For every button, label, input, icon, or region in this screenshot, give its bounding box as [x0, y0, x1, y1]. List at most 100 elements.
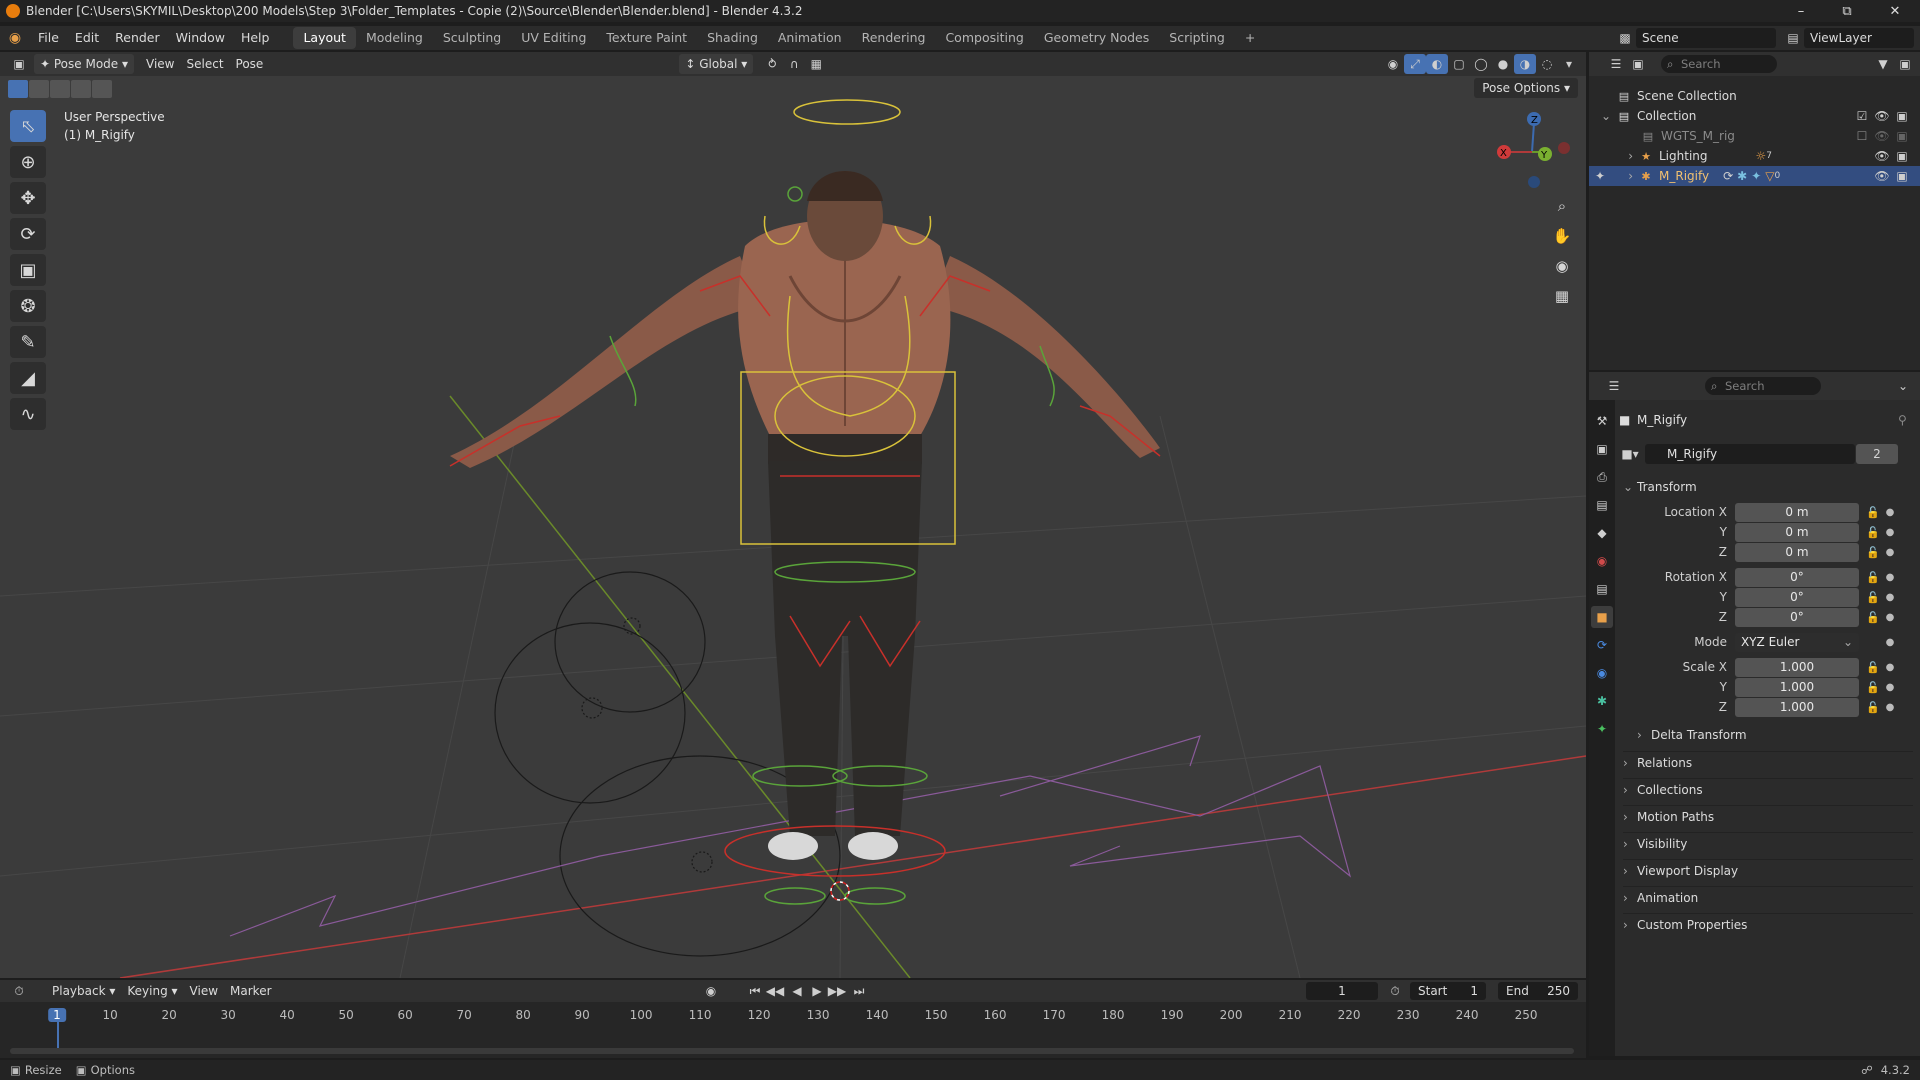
ortho-grid-icon[interactable]: ▦ — [1548, 282, 1576, 310]
mode-dropdown[interactable]: ✦ Pose Mode ▾ — [34, 54, 135, 74]
3d-viewport[interactable]: Z X Y User Perspective (1) M_Rigify ⬁ ⊕ … — [0, 76, 1586, 978]
keyframe-dot-icon[interactable]: ● — [1883, 637, 1897, 648]
gizmo-icon[interactable]: ⤢ — [1404, 54, 1426, 74]
rotation-y-field[interactable]: 0° — [1735, 587, 1859, 607]
object-tab-icon[interactable]: ■ — [1591, 606, 1613, 628]
keyframe-dot-icon[interactable]: ● — [1883, 572, 1897, 583]
tab-texture-paint[interactable]: Texture Paint — [596, 27, 697, 49]
select-new-button[interactable] — [8, 80, 28, 98]
camera-icon[interactable]: ▣ — [1892, 109, 1912, 123]
scene-tab-icon[interactable]: ◆ — [1591, 522, 1613, 544]
tab-uv-editing[interactable]: UV Editing — [511, 27, 596, 49]
transform-panel-header[interactable]: ⌄ Transform — [1623, 476, 1913, 498]
pivot-point-icon[interactable]: ⥁ — [761, 54, 783, 74]
xray-icon[interactable]: ▢ — [1448, 54, 1470, 74]
visibility-icon[interactable]: ◉ — [1382, 54, 1404, 74]
options-chevron-icon[interactable]: ⌄ — [1892, 376, 1914, 396]
pin-icon[interactable]: ⚲ — [1898, 413, 1918, 427]
properties-search-input[interactable]: Search — [1705, 377, 1821, 395]
output-tab-icon[interactable]: ⎙ — [1591, 466, 1613, 488]
transform-tool-icon[interactable]: ❂ — [10, 290, 46, 322]
camera-view-icon[interactable]: ◉ — [1548, 252, 1576, 280]
play-reverse-icon[interactable]: ◀ — [786, 981, 808, 1001]
pose-mode-toggle-icon[interactable]: ✦ — [1589, 169, 1611, 183]
scene-selector[interactable]: Scene — [1636, 28, 1776, 48]
transform-orientation-dropdown[interactable]: ↕ Global ▾ — [679, 54, 754, 74]
tab-animation[interactable]: Animation — [768, 27, 852, 49]
scale-y-field[interactable]: 1.000 — [1735, 677, 1859, 697]
exclude-checkbox-icon[interactable]: ☑ — [1852, 109, 1872, 123]
timeline-ruler[interactable]: 1 10 20 30 40 50 60 70 80 90 100 110 120 130 140 150 160… — [0, 1002, 1586, 1058]
collection-tab-icon[interactable]: ▤ — [1591, 578, 1613, 600]
physics-tab-icon[interactable]: ◉ — [1591, 662, 1613, 684]
rotation-mode-dropdown[interactable]: XYZ Euler ⌄ — [1735, 632, 1859, 652]
timeline-editor-icon[interactable]: ⏱ — [8, 981, 30, 1001]
auto-keying-icon[interactable]: ◉ — [700, 981, 722, 1001]
scale-tool-icon[interactable]: ▣ — [10, 254, 46, 286]
keyframe-dot-icon[interactable]: ● — [1883, 662, 1897, 673]
rotation-x-field[interactable]: 0° — [1735, 567, 1859, 587]
tab-modeling[interactable]: Modeling — [356, 27, 433, 49]
keyframe-dot-icon[interactable]: ● — [1883, 612, 1897, 623]
eye-icon[interactable]: 👁 — [1872, 149, 1892, 163]
rotate-tool-icon[interactable]: ⟳ — [10, 218, 46, 250]
keyframe-dot-icon[interactable]: ● — [1883, 592, 1897, 603]
wireframe-shading-icon[interactable]: ◯ — [1470, 54, 1492, 74]
preview-range-icon[interactable]: ⏱ — [1384, 981, 1406, 1001]
new-collection-icon[interactable]: ▣ — [1894, 54, 1916, 74]
visibility-panel-header[interactable]: › Visibility — [1623, 832, 1913, 854]
play-icon[interactable]: ▶ — [806, 981, 828, 1001]
blender-menu-icon[interactable]: ◉ — [0, 30, 30, 46]
bone-tab-icon[interactable]: ✦ — [1591, 718, 1613, 740]
viewport-display-panel-header[interactable]: › Viewport Display — [1623, 859, 1913, 881]
snap-icon[interactable]: ∩ — [783, 54, 805, 74]
menu-window[interactable]: Window — [168, 27, 233, 49]
jump-start-icon[interactable]: ⏮ — [744, 981, 766, 1001]
editor-type-icon[interactable]: ▣ — [8, 54, 30, 74]
keyframe-dot-icon[interactable]: ● — [1883, 527, 1897, 538]
menu-keying[interactable]: Keying ▾ — [121, 981, 183, 1001]
start-frame-field[interactable]: Start 1 — [1410, 982, 1486, 1000]
tab-sculpting[interactable]: Sculpting — [433, 27, 511, 49]
scene-icon[interactable]: ▩ — [1614, 28, 1636, 48]
select-extend-button[interactable] — [29, 80, 49, 98]
snap-target-icon[interactable]: ▦ — [805, 54, 827, 74]
tab-shading[interactable]: Shading — [697, 27, 768, 49]
view-layer-selector[interactable]: ViewLayer — [1804, 28, 1914, 48]
tab-scripting[interactable]: Scripting — [1159, 27, 1235, 49]
move-tool-icon[interactable]: ✥ — [10, 182, 46, 214]
jump-keyframe-back-icon[interactable]: ◀◀ — [764, 981, 786, 1001]
annotate-tool-icon[interactable]: ✎ — [10, 326, 46, 358]
timeline-scrollbar[interactable] — [10, 1048, 1574, 1054]
outliner-row-wgts[interactable]: ▤ WGTS_M_rig ☐ 👁 ▣ — [1589, 126, 1920, 146]
solid-shading-icon[interactable]: ● — [1492, 54, 1514, 74]
delta-transform-subpanel[interactable]: › Delta Transform — [1637, 724, 1920, 746]
location-z-field[interactable]: 0 m — [1735, 542, 1859, 562]
tab-geometry-nodes[interactable]: Geometry Nodes — [1034, 27, 1159, 49]
lock-icon[interactable]: 🔓 — [1863, 571, 1883, 584]
animation-panel-header[interactable]: › Animation — [1623, 886, 1913, 908]
pan-hand-icon[interactable]: ✋ — [1548, 222, 1576, 250]
lock-icon[interactable]: 🔓 — [1863, 701, 1883, 714]
user-count-field[interactable]: 2 — [1856, 444, 1898, 464]
menu-help[interactable]: Help — [233, 27, 278, 49]
keyframe-dot-icon[interactable]: ● — [1883, 682, 1897, 693]
expand-chevron-icon[interactable]: ⌄ — [1589, 109, 1617, 123]
jump-keyframe-forward-icon[interactable]: ▶▶ — [826, 981, 848, 1001]
keyframe-dot-icon[interactable]: ● — [1883, 547, 1897, 558]
modifiers-tab-icon[interactable]: ⟳ — [1591, 634, 1613, 656]
menu-render[interactable]: Render — [107, 27, 168, 49]
select-subtract-button[interactable] — [50, 80, 70, 98]
relax-pose-tool-icon[interactable]: ∿ — [10, 398, 46, 430]
expand-chevron-icon[interactable]: › — [1589, 149, 1639, 163]
menu-playback[interactable]: Playback ▾ — [46, 981, 121, 1001]
close-button[interactable]: ✕ — [1872, 0, 1918, 22]
outliner-search-input[interactable]: Search — [1661, 55, 1777, 73]
minimize-button[interactable]: – — [1778, 0, 1824, 22]
view-layer-tab-icon[interactable]: ▤ — [1591, 494, 1613, 516]
outliner-row-lighting[interactable]: › ★ Lighting ☼ 7 👁 ▣ — [1589, 146, 1920, 166]
keyframe-dot-icon[interactable]: ● — [1883, 507, 1897, 518]
menu-view[interactable]: View — [140, 54, 180, 74]
view-layer-icon[interactable]: ▤ — [1782, 28, 1804, 48]
outliner-row-collection[interactable]: ⌄ ▤ Collection ☑ 👁 ▣ — [1589, 106, 1920, 126]
